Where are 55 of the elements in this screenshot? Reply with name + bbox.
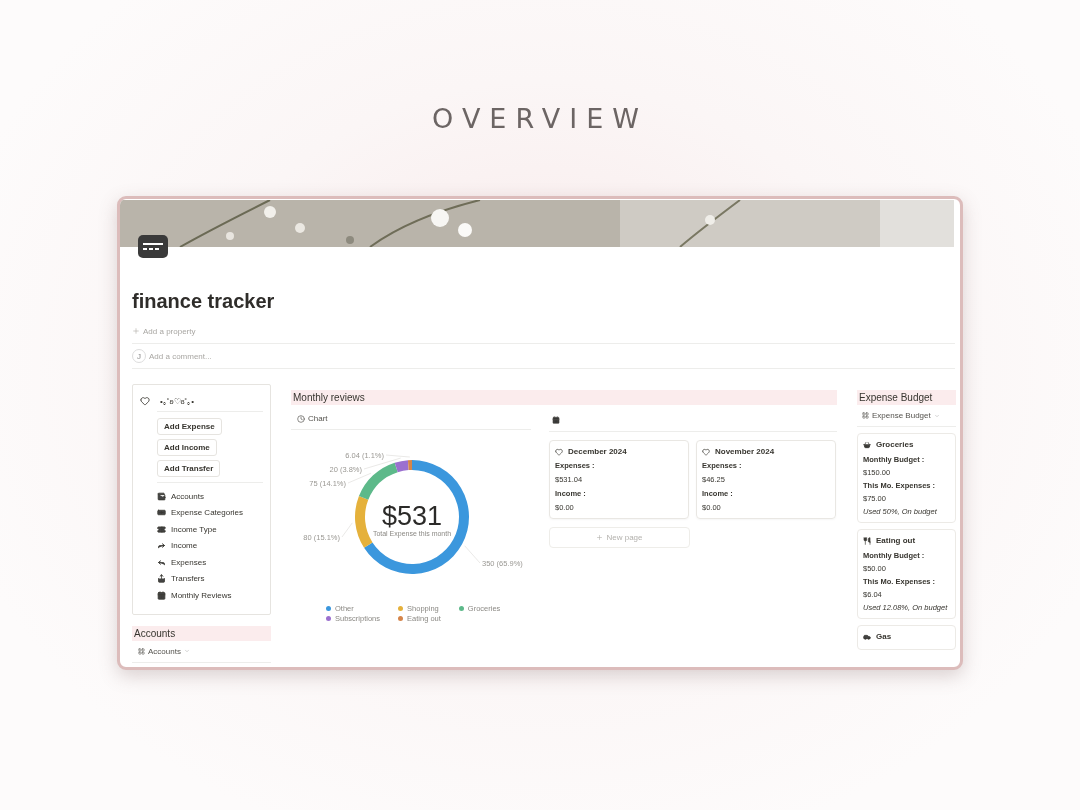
chart-icon [297,414,305,423]
card-title: December 2024 [568,447,627,456]
grid-icon [138,647,145,655]
heart-icon [140,396,150,406]
view-tab[interactable]: Chart [291,405,531,429]
section-heading: Accounts [132,625,271,641]
action-button[interactable]: Add Income [157,439,217,456]
share-icon [157,574,166,584]
legend-dot [326,606,331,611]
grid-icon [862,412,869,419]
legend-dot [326,616,331,621]
chevron-down-icon [933,412,940,419]
nav-link[interactable]: Income Type [157,523,263,536]
card-title: November 2024 [715,447,775,456]
budget-card[interactable]: Gas [857,625,956,650]
nav-link[interactable]: Expenses [157,556,263,569]
action-button[interactable]: Add Expense [157,418,222,435]
card-title: Eating out [876,536,916,545]
ticket-icon [157,524,166,534]
nav-link[interactable]: Income [157,539,263,552]
chevron-down-icon [183,648,190,654]
page-heading: OVERVIEW [432,104,648,134]
panel-title: •｡˚ʚ♡ɞ˚｡• [160,396,195,406]
arrow-icon [157,541,166,551]
calendar-icon [552,415,560,424]
plus-icon [596,534,604,541]
heart-icon [702,447,710,456]
legend-dot [398,616,404,621]
view-tab[interactable]: Expense Budget [857,405,956,426]
credit-card-icon [138,235,168,258]
nav-link[interactable]: Transfers [157,572,263,585]
page-title: finance tracker [132,290,276,313]
nav-link[interactable]: Monthly Reviews [157,589,263,602]
total-amount: $531 [381,501,443,531]
wallet-icon [157,491,166,501]
nav-link[interactable]: Expense Categories [157,506,263,519]
leader-line [464,545,481,564]
view-tab[interactable]: Accounts [132,640,271,662]
leader-line [347,472,372,484]
card-title: Groceries [876,440,914,449]
legend-dot [398,606,404,611]
calendar-icon [157,590,166,600]
banknote-icon [157,508,166,518]
nav-link[interactable]: Accounts [157,490,263,503]
car-icon [863,632,871,641]
reply-arrow-icon [157,557,166,567]
section-heading: Monthly reviews [291,390,837,405]
action-button[interactable]: Add Transfer [157,460,221,477]
legend-dot [458,606,464,611]
plus-icon [132,327,140,335]
utensils-icon [863,536,871,545]
card-title: Gas [876,632,892,641]
basket-icon [863,440,871,449]
heart-icon [555,447,563,456]
section-heading: Expense Budget [857,390,956,405]
